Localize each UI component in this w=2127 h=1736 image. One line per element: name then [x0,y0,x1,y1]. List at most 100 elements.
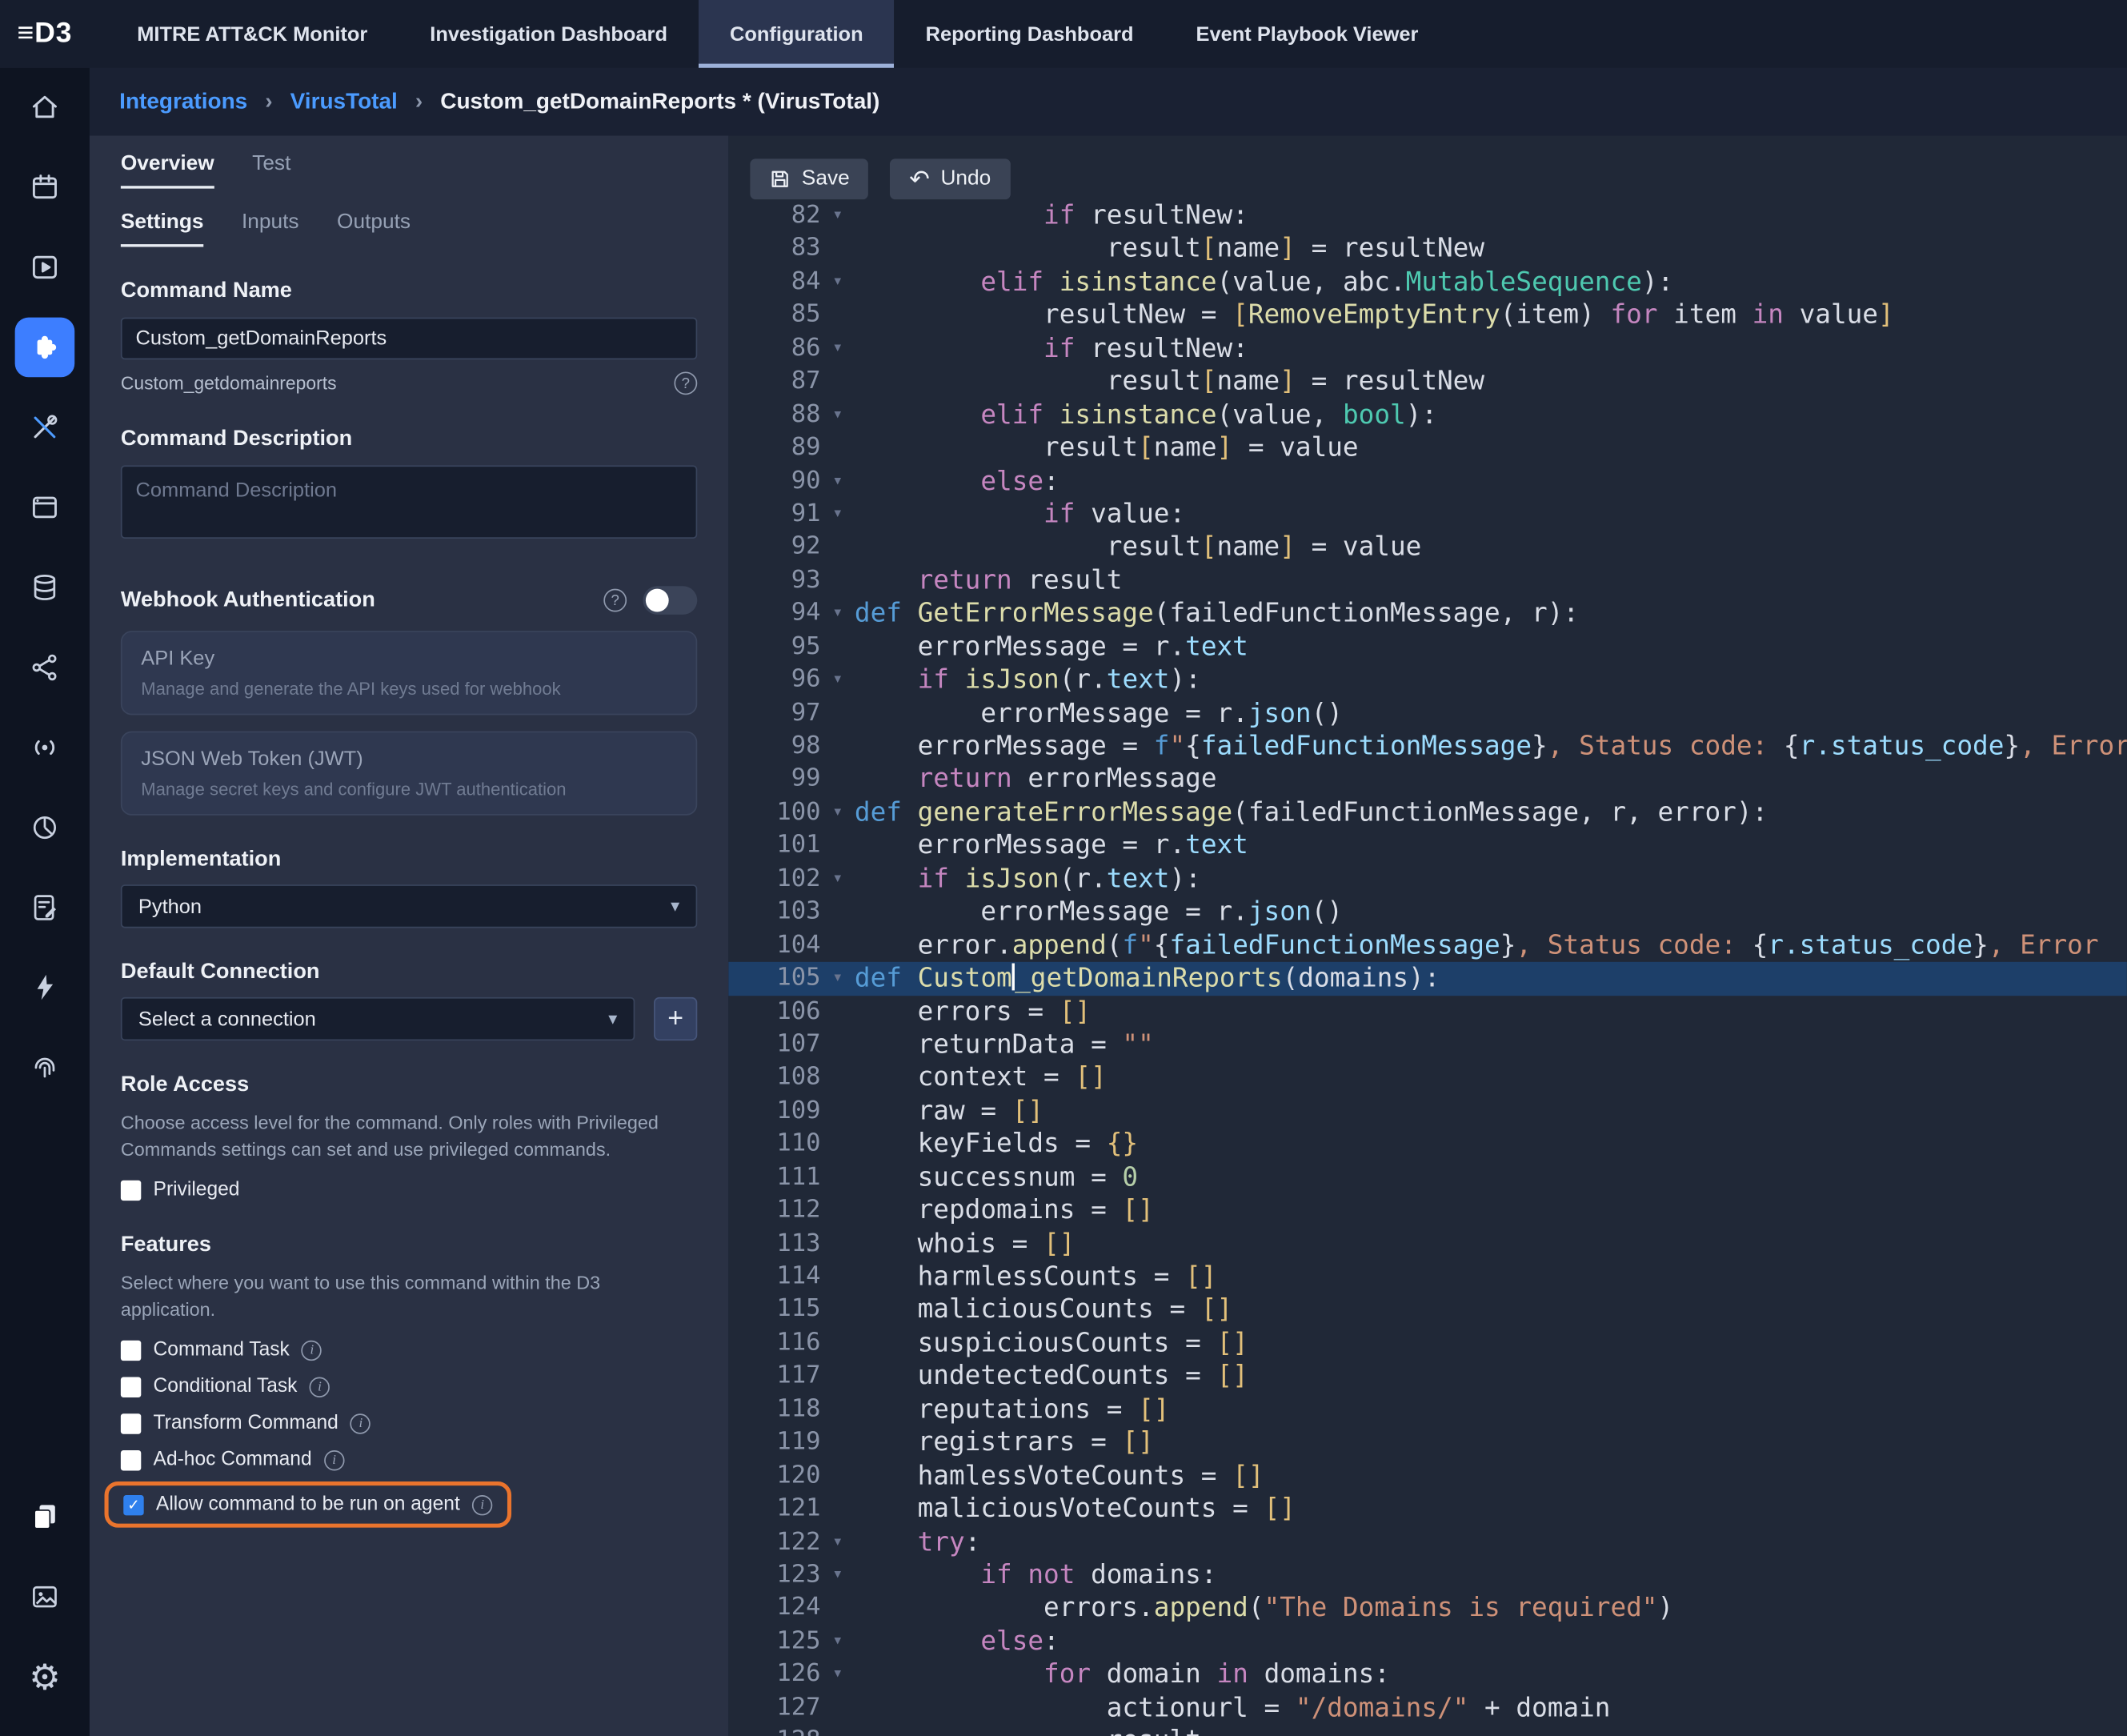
code-line-111[interactable]: 111 successnum = 0 [728,1161,2127,1193]
info-icon[interactable]: i [324,1449,344,1469]
gallery-icon[interactable] [15,1567,75,1627]
automation-icon[interactable] [15,958,75,1018]
code-line-92[interactable]: 92 result[name] = value [728,531,2127,563]
fold-arrow-icon[interactable]: ▾ [821,465,855,498]
code-line-120[interactable]: 120 hamlessVoteCounts = [] [728,1459,2127,1492]
fold-arrow-icon[interactable]: ▾ [821,1559,855,1592]
code-line-95[interactable]: 95 errorMessage = r.text [728,631,2127,664]
code-line-103[interactable]: 103 errorMessage = r.json() [728,896,2127,928]
code-line-123[interactable]: 123▾ if not domains: [728,1559,2127,1592]
fold-arrow-icon[interactable]: ▾ [821,1625,855,1658]
code-line-99[interactable]: 99 return errorMessage [728,763,2127,796]
code-line-117[interactable]: 117 undetectedCounts = [] [728,1360,2127,1393]
code-line-114[interactable]: 114 harmlessCounts = [] [728,1261,2127,1293]
connections-icon[interactable] [15,638,75,698]
undo-button[interactable]: ↶ Undo [891,158,1010,199]
code-line-113[interactable]: 113 whois = [] [728,1227,2127,1260]
code-line-82[interactable]: 82▾ if resultNew: [728,199,2127,232]
command-name-input[interactable] [121,318,697,360]
fingerprint-icon[interactable] [15,1038,75,1098]
code-line-94[interactable]: 94▾def GetErrorMessage(failedFunctionMes… [728,597,2127,630]
feature-checkbox-ad-hoc-command[interactable] [121,1449,141,1469]
code-line-90[interactable]: 90▾ else: [728,465,2127,498]
info-icon[interactable]: i [310,1377,330,1397]
events-icon[interactable] [15,718,75,778]
fold-arrow-icon[interactable]: ▾ [821,1526,855,1558]
subtab-settings[interactable]: Settings [121,210,204,247]
apps-icon[interactable] [15,478,75,538]
fold-arrow-icon[interactable]: ▾ [821,597,855,630]
code-line-112[interactable]: 112 repdomains = [] [728,1194,2127,1227]
utilities-icon[interactable] [15,398,75,458]
feature-checkbox-allow-command-to-be-run-on-agent[interactable]: ✓ [123,1494,143,1514]
playbooks-icon[interactable] [15,238,75,298]
incidents-icon[interactable] [15,158,75,218]
code-line-86[interactable]: 86▾ if resultNew: [728,332,2127,365]
code-line-89[interactable]: 89 result[name] = value [728,431,2127,464]
code-line-110[interactable]: 110 keyFields = {} [728,1128,2127,1161]
fold-arrow-icon[interactable]: ▾ [821,498,855,531]
code-line-106[interactable]: 106 errors = [] [728,995,2127,1028]
webhook-auth-toggle[interactable] [643,586,697,615]
code-line-91[interactable]: 91▾ if value: [728,498,2127,531]
feature-checkbox-command-task[interactable] [121,1340,141,1360]
tab-test[interactable]: Test [252,152,290,189]
d3-logo[interactable]: ≡D3 [0,18,90,50]
jwt-card[interactable]: JSON Web Token (JWT) Manage secret keys … [121,732,697,816]
fold-arrow-icon[interactable]: ▾ [821,664,855,696]
nav-event-playbook-viewer[interactable]: Event Playbook Viewer [1165,0,1450,68]
code-line-107[interactable]: 107 returnData = "" [728,1028,2127,1061]
code-line-124[interactable]: 124 errors.append("The Domains is requir… [728,1592,2127,1625]
code-line-83[interactable]: 83 result[name] = resultNew [728,233,2127,266]
code-line-88[interactable]: 88▾ elif isinstance(value, bool): [728,399,2127,431]
fold-arrow-icon[interactable]: ▾ [821,962,855,995]
home-icon[interactable] [15,78,75,138]
help-icon[interactable]: ? [674,371,697,395]
settings-icon[interactable]: ⚙ [15,1647,75,1707]
help-icon[interactable]: ? [603,589,627,612]
fold-arrow-icon[interactable]: ▾ [821,399,855,431]
data-icon[interactable] [15,558,75,618]
code-line-98[interactable]: 98 errorMessage = f"{failedFunctionMessa… [728,730,2127,763]
code-line-104[interactable]: 104 error.append(f"{failedFunctionMessag… [728,929,2127,962]
integrations-icon[interactable] [15,318,75,378]
add-connection-button[interactable]: + [654,997,697,1040]
info-icon[interactable]: i [302,1340,322,1360]
code-line-100[interactable]: 100▾def generateErrorMessage(failedFunct… [728,796,2127,829]
privileged-checkbox[interactable] [121,1180,141,1200]
code-line-97[interactable]: 97 errorMessage = r.json() [728,697,2127,730]
subtab-outputs[interactable]: Outputs [337,210,411,247]
info-icon[interactable]: i [350,1413,371,1433]
fold-arrow-icon[interactable]: ▾ [821,1658,855,1691]
info-icon[interactable]: i [472,1494,492,1514]
fold-arrow-icon[interactable]: ▾ [821,199,855,232]
code-line-85[interactable]: 85 resultNew = [RemoveEmptyEntry(item) f… [728,299,2127,331]
code-line-109[interactable]: 109 raw = [] [728,1095,2127,1128]
nav-configuration[interactable]: Configuration [699,0,895,68]
code-line-121[interactable]: 121 maliciousVoteCounts = [] [728,1493,2127,1526]
code-line-122[interactable]: 122▾ try: [728,1526,2127,1558]
command-description-input[interactable] [121,465,697,539]
code-line-105[interactable]: 105▾def Custom_getDomainReports(domains)… [728,962,2127,995]
feature-checkbox-conditional-task[interactable] [121,1377,141,1397]
code-line-118[interactable]: 118 reputations = [] [728,1393,2127,1425]
code-line-87[interactable]: 87 result[name] = resultNew [728,365,2127,398]
code-line-101[interactable]: 101 errorMessage = r.text [728,829,2127,862]
code-line-119[interactable]: 119 registrars = [] [728,1426,2127,1459]
code-line-115[interactable]: 115 maliciousCounts = [] [728,1293,2127,1326]
reports-icon[interactable] [15,798,75,858]
fold-arrow-icon[interactable]: ▾ [821,332,855,365]
api-key-card[interactable]: API Key Manage and generate the API keys… [121,631,697,715]
code-line-125[interactable]: 125▾ else: [728,1625,2127,1658]
feature-checkbox-transform-command[interactable] [121,1413,141,1433]
code-line-102[interactable]: 102▾ if isJson(r.text): [728,863,2127,896]
nav-reporting-dashboard[interactable]: Reporting Dashboard [895,0,1165,68]
code-line-84[interactable]: 84▾ elif isinstance(value, abc.MutableSe… [728,266,2127,299]
implementation-select[interactable]: Python ▾ [121,884,697,928]
forms-icon[interactable] [15,878,75,938]
copy-icon[interactable] [15,1487,75,1547]
tab-overview[interactable]: Overview [121,152,214,189]
subtab-inputs[interactable]: Inputs [242,210,299,247]
nav-investigation-dashboard[interactable]: Investigation Dashboard [399,0,699,68]
code-line-127[interactable]: 127 actionurl = "/domains/" + domain [728,1691,2127,1724]
